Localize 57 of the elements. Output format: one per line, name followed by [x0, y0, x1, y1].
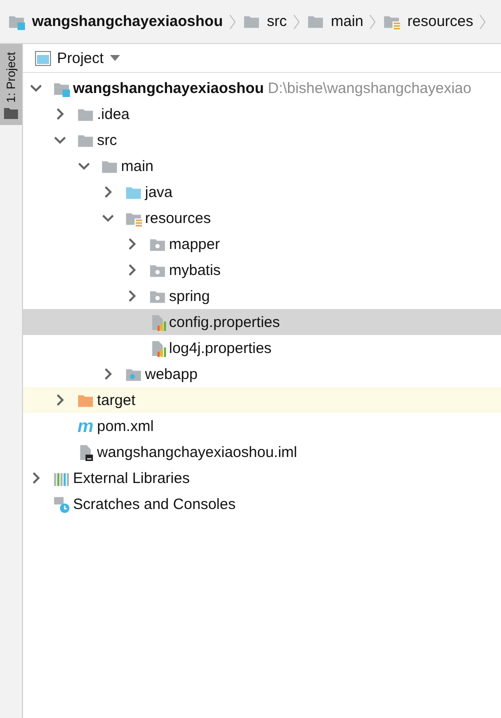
tree-row[interactable]: target	[23, 387, 501, 413]
tree-label: Scratches and Consoles	[73, 496, 237, 512]
tree-label: main	[121, 158, 155, 174]
folder-icon	[242, 13, 260, 30]
tree-row[interactable]: spring	[23, 283, 501, 309]
chevron-separator-icon	[292, 12, 301, 30]
tree-label: webapp	[145, 366, 199, 382]
tree-row[interactable]: mybatis	[23, 257, 501, 283]
project-view-icon	[35, 50, 51, 66]
tree-row[interactable]: Scratches and Consoles	[23, 491, 501, 517]
chevron-separator-icon	[228, 12, 237, 30]
tree-label: wangshangchayexiaoshou.iml	[97, 444, 298, 460]
tree-label: config.properties	[169, 314, 281, 330]
tree-row[interactable]: wangshangchayexiaoshou.iml	[23, 439, 501, 465]
module-icon	[8, 13, 25, 30]
breadcrumb-item[interactable]: wangshangchayexiaoshou	[32, 13, 223, 30]
tree-row[interactable]: External Libraries	[23, 465, 501, 491]
project-tool-tab[interactable]: 1: Project	[0, 44, 22, 125]
tree-label: mybatis	[169, 262, 222, 278]
tree-label: spring	[169, 288, 211, 304]
tree-row[interactable]: log4j.properties	[23, 335, 501, 361]
tree-row[interactable]: webapp	[23, 361, 501, 387]
properties-file-icon	[149, 314, 166, 330]
tree-row[interactable]: config.properties	[23, 309, 501, 335]
panel-title[interactable]: Project	[57, 50, 104, 66]
tree-label: log4j.properties	[169, 340, 273, 356]
tree-label: External Libraries	[73, 470, 191, 486]
breadcrumb-item[interactable]: resources	[407, 13, 474, 30]
project-path: D:\bishe\wangshangchayexiao	[268, 80, 472, 96]
tree-row[interactable]: m pom.xml	[23, 413, 501, 439]
tree-row[interactable]: java	[23, 179, 501, 205]
folder-icon	[306, 13, 324, 30]
tree-label: resources	[145, 210, 212, 226]
folder-icon	[4, 106, 18, 119]
tree-row[interactable]: resources	[23, 205, 501, 231]
module-file-icon	[77, 444, 94, 460]
chevron-separator-icon	[479, 12, 488, 30]
tree-label: pom.xml	[97, 418, 155, 434]
tree-row[interactable]: .idea	[23, 101, 501, 127]
breadcrumb-item[interactable]: main	[330, 13, 364, 30]
tree-label: mapper	[169, 236, 221, 252]
chevron-separator-icon	[369, 12, 378, 30]
tree-label: .idea	[97, 106, 131, 122]
properties-file-icon	[149, 340, 166, 356]
tree-label: java	[145, 184, 174, 200]
dropdown-arrow-icon[interactable]	[110, 55, 120, 61]
maven-icon: m	[77, 418, 94, 434]
scratches-icon	[53, 496, 70, 512]
tree-row[interactable]: mapper	[23, 231, 501, 257]
tree-row[interactable]: src	[23, 127, 501, 153]
tree-label: target	[97, 392, 136, 408]
tree-row[interactable]: wangshangchayexiaoshou D:\bishe\wangshangchayexiao	[23, 75, 501, 101]
resources-folder-icon	[383, 13, 400, 30]
tree-row[interactable]: main	[23, 153, 501, 179]
tree-label: src	[97, 132, 118, 148]
tree-label: wangshangchayexiaoshou	[73, 80, 265, 96]
breadcrumb-item[interactable]: src	[266, 13, 287, 30]
